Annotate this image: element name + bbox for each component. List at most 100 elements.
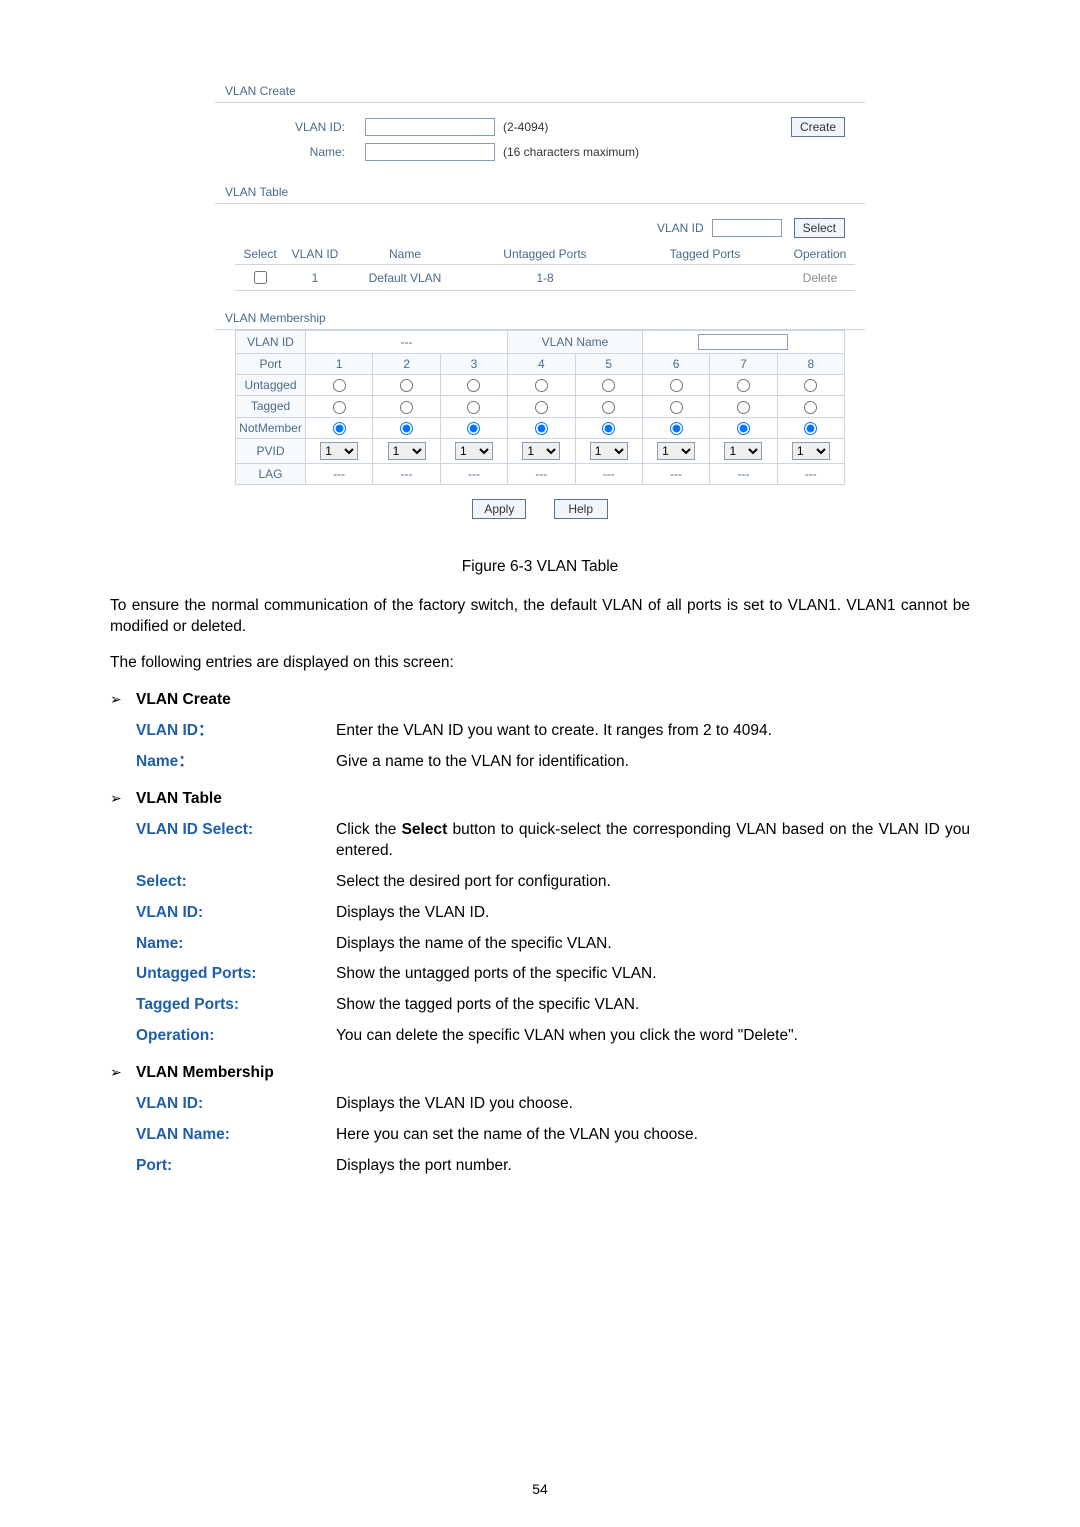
lag-cell: ---	[642, 463, 709, 484]
row-vlanid: 1	[285, 265, 345, 291]
untagged-radio[interactable]	[535, 379, 548, 392]
membership-vlanid-value: ---	[306, 331, 508, 354]
name-label: Name:	[235, 145, 365, 159]
def-desc: Displays the VLAN ID.	[336, 903, 970, 924]
port-header: 2	[373, 354, 440, 375]
tagged-radio[interactable]	[602, 401, 615, 414]
help-button[interactable]: Help	[554, 499, 608, 519]
name-input[interactable]	[365, 143, 495, 161]
def-term: VLAN ID Select:	[136, 820, 336, 862]
def-term: Tagged Ports:	[136, 995, 336, 1016]
vlan-table-row: 1 Default VLAN 1-8 Delete	[235, 265, 855, 291]
untagged-radio[interactable]	[400, 379, 413, 392]
pvid-select[interactable]: 1	[590, 442, 628, 460]
col-vlanid: VLAN ID	[285, 244, 345, 265]
tagged-radio[interactable]	[467, 401, 480, 414]
row-tagged	[625, 265, 785, 291]
untagged-radio[interactable]	[467, 379, 480, 392]
lag-cell: ---	[575, 463, 642, 484]
row-untagged-label: Untagged	[236, 375, 306, 396]
bullet-icon: ➢	[110, 1063, 136, 1084]
pvid-select[interactable]: 1	[724, 442, 762, 460]
tagged-radio[interactable]	[333, 401, 346, 414]
notmember-radio[interactable]	[400, 422, 413, 435]
pvid-select[interactable]: 1	[657, 442, 695, 460]
def-term: VLAN ID：	[136, 721, 336, 742]
membership-vlanid-label: VLAN ID	[236, 331, 306, 354]
lag-cell: ---	[440, 463, 507, 484]
lag-cell: ---	[306, 463, 373, 484]
row-untagged: 1-8	[465, 265, 625, 291]
notmember-radio[interactable]	[670, 422, 683, 435]
body-paragraph: The following entries are displayed on t…	[110, 653, 970, 674]
col-select: Select	[235, 244, 285, 265]
def-desc: Click the Select button to quick-select …	[336, 820, 970, 862]
pvid-select[interactable]: 1	[388, 442, 426, 460]
section-heading: VLAN Create	[136, 690, 231, 711]
tagged-radio[interactable]	[737, 401, 750, 414]
notmember-radio[interactable]	[535, 422, 548, 435]
section-heading: VLAN Table	[136, 789, 222, 810]
notmember-radio[interactable]	[333, 422, 346, 435]
row-notmember-label: NotMember	[236, 417, 306, 438]
port-header: 8	[777, 354, 844, 375]
port-header: 7	[710, 354, 777, 375]
untagged-radio[interactable]	[602, 379, 615, 392]
tagged-radio[interactable]	[400, 401, 413, 414]
def-term: Port:	[136, 1156, 336, 1177]
untagged-radio[interactable]	[333, 379, 346, 392]
def-desc: Select the desired port for configuratio…	[336, 872, 970, 893]
def-term: VLAN ID:	[136, 903, 336, 924]
section-title-table: VLAN Table	[215, 181, 865, 204]
lag-cell: ---	[777, 463, 844, 484]
bullet-icon: ➢	[110, 789, 136, 810]
def-term: Untagged Ports:	[136, 964, 336, 985]
select-button[interactable]: Select	[794, 218, 845, 238]
untagged-radio[interactable]	[804, 379, 817, 392]
vlanid-search-label: VLAN ID	[657, 221, 704, 235]
def-desc: Displays the VLAN ID you choose.	[336, 1094, 970, 1115]
def-desc: Show the tagged ports of the specific VL…	[336, 995, 970, 1016]
membership-vlanname-input[interactable]	[698, 334, 788, 350]
row-select-checkbox[interactable]	[254, 271, 267, 284]
vlanid-search-input[interactable]	[712, 219, 782, 237]
port-header: 1	[306, 354, 373, 375]
untagged-radio[interactable]	[737, 379, 750, 392]
untagged-radio[interactable]	[670, 379, 683, 392]
notmember-radio[interactable]	[737, 422, 750, 435]
col-untagged: Untagged Ports	[465, 244, 625, 265]
pvid-select[interactable]: 1	[792, 442, 830, 460]
port-header: 3	[440, 354, 507, 375]
pvid-select[interactable]: 1	[320, 442, 358, 460]
create-button[interactable]: Create	[791, 117, 845, 137]
lag-cell: ---	[508, 463, 575, 484]
row-pvid-label: PVID	[236, 438, 306, 463]
row-delete-link[interactable]: Delete	[803, 271, 838, 285]
body-paragraph: To ensure the normal communication of th…	[110, 596, 970, 638]
def-term: Operation:	[136, 1026, 336, 1047]
lag-cell: ---	[710, 463, 777, 484]
port-header: 6	[642, 354, 709, 375]
figure-caption: Figure 6-3 VLAN Table	[110, 557, 970, 578]
def-term: VLAN ID:	[136, 1094, 336, 1115]
row-tagged-label: Tagged	[236, 396, 306, 417]
bullet-icon: ➢	[110, 690, 136, 711]
port-header: 5	[575, 354, 642, 375]
apply-button[interactable]: Apply	[472, 499, 526, 519]
membership-port-label: Port	[236, 354, 306, 375]
def-desc: Give a name to the VLAN for identificati…	[336, 752, 970, 773]
notmember-radio[interactable]	[602, 422, 615, 435]
tagged-radio[interactable]	[670, 401, 683, 414]
membership-vlanname-label: VLAN Name	[508, 331, 643, 354]
vlanid-input[interactable]	[365, 118, 495, 136]
pvid-select[interactable]: 1	[522, 442, 560, 460]
notmember-radio[interactable]	[804, 422, 817, 435]
tagged-radio[interactable]	[804, 401, 817, 414]
def-desc: Show the untagged ports of the specific …	[336, 964, 970, 985]
pvid-select[interactable]: 1	[455, 442, 493, 460]
col-tagged: Tagged Ports	[625, 244, 785, 265]
def-desc: Displays the port number.	[336, 1156, 970, 1177]
tagged-radio[interactable]	[535, 401, 548, 414]
def-term: Name：	[136, 752, 336, 773]
notmember-radio[interactable]	[467, 422, 480, 435]
